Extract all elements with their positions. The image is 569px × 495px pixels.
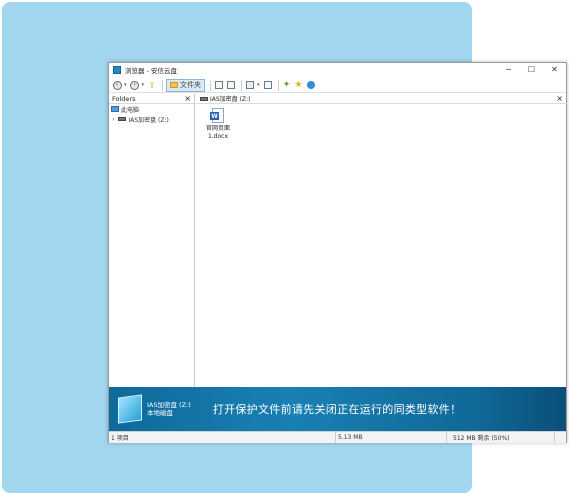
forward-arrow-icon: › [130, 80, 140, 90]
up-folder-icon: ⇧ [148, 80, 156, 90]
folders-toggle-button[interactable]: 文件夹 [166, 78, 206, 92]
tab-close-button[interactable]: × [556, 94, 563, 103]
pin-icon: ✦ [282, 80, 291, 90]
copy-to-button[interactable] [214, 79, 224, 91]
tab-ias-drive[interactable]: IAS加密盘 (Z:) [200, 94, 250, 103]
folders-toggle-label: 文件夹 [180, 81, 202, 89]
maximize-button[interactable]: ☐ [520, 63, 543, 76]
toolbar-separator [241, 79, 243, 91]
status-size: 5.13 MB [336, 432, 447, 443]
close-button[interactable]: ✕ [543, 63, 566, 76]
status-bar: 1 项目 5.13 MB 512 MB 剩余 (50%) [109, 431, 566, 443]
forward-button[interactable]: › [130, 79, 140, 91]
drive-icon [200, 96, 208, 101]
banner-drive-type: 本地磁盘 [147, 409, 173, 417]
view-grid-icon [246, 81, 255, 89]
back-button[interactable]: ‹ [112, 79, 122, 91]
folders-pane-header: Folders × [109, 94, 194, 104]
minimize-button[interactable]: ─ [497, 63, 520, 76]
move-to-button[interactable] [226, 79, 236, 91]
drive-icon [118, 117, 127, 121]
file-name: 官网页面 1.docx [205, 125, 230, 140]
properties-icon [263, 81, 272, 89]
tab-label: IAS加密盘 (Z:) [210, 96, 251, 103]
view-dropdown-caret[interactable]: ▾ [257, 82, 260, 88]
word-document-icon: W [210, 108, 224, 123]
favorites-button[interactable]: ★ [294, 79, 304, 91]
toolbar-separator [277, 79, 279, 91]
window-title: 浏览器 - 安信云盘 [125, 67, 177, 75]
app-icon [113, 66, 121, 74]
up-folder-button[interactable]: ⇧ [147, 79, 157, 91]
window-controls: ─ ☐ ✕ [497, 63, 566, 76]
banner-drive-info: IAS加密盘 (Z:) 本地磁盘 [147, 401, 191, 417]
pin-button[interactable]: ✦ [282, 79, 292, 91]
computer-icon [111, 106, 119, 112]
copy-to-icon [215, 81, 224, 89]
folders-pane-close-button[interactable]: × [184, 94, 191, 103]
star-icon: ★ [294, 80, 303, 90]
title-bar: 浏览器 - 安信云盘 ─ ☐ ✕ [109, 63, 566, 77]
view-button[interactable] [245, 79, 255, 91]
forward-dropdown-caret[interactable]: ▾ [142, 82, 145, 88]
tab-bar: IAS加密盘 (Z:) × [196, 94, 567, 104]
toolbar: ‹ ▾ › ▾ ⇧ 文件夹 ▾ ✦ ★ [109, 78, 566, 93]
folders-pane-title: Folders [112, 94, 136, 103]
status-free-space: 512 MB 剩余 (50%) [447, 432, 555, 443]
web-button[interactable] [306, 79, 316, 91]
folders-pane: Folders × 此电脑 › IAS加密盘 (Z:) [109, 94, 195, 387]
tree-item-this-pc[interactable]: 此电脑 [109, 104, 194, 114]
banner-warning-message: 打开保护文件前请先关闭正在运行的同类型软件！ [212, 403, 462, 416]
file-item[interactable]: W 官网页面 1.docx [200, 108, 236, 141]
folder-icon [170, 82, 179, 88]
properties-button[interactable] [263, 79, 273, 91]
tree-item-ias-drive[interactable]: › IAS加密盘 (Z:) [109, 114, 194, 124]
status-item-count: 1 项目 [109, 432, 336, 443]
toolbar-separator [210, 79, 212, 91]
cube-drive-icon [118, 394, 142, 424]
file-list-pane: IAS加密盘 (Z:) × W 官网页面 1.docx [196, 94, 567, 387]
banner-drive-name: IAS加密盘 (Z:) [147, 401, 191, 409]
toolbar-separator [162, 79, 164, 91]
back-dropdown-caret[interactable]: ▾ [124, 82, 127, 88]
protection-banner: IAS加密盘 (Z:) 本地磁盘 打开保护文件前请先关闭正在运行的同类型软件！ [109, 387, 566, 431]
tree-item-label: 此电脑 [121, 106, 140, 114]
back-arrow-icon: ‹ [112, 80, 122, 90]
tree-expander-icon[interactable]: › [112, 116, 114, 123]
move-to-icon [227, 81, 236, 89]
tree-item-label: IAS加密盘 (Z:) [128, 116, 169, 124]
explorer-window: 浏览器 - 安信云盘 ─ ☐ ✕ ‹ ▾ › ▾ ⇧ 文件夹 ▾ ✦ ★ Fol… [108, 62, 567, 443]
globe-icon [306, 81, 315, 89]
